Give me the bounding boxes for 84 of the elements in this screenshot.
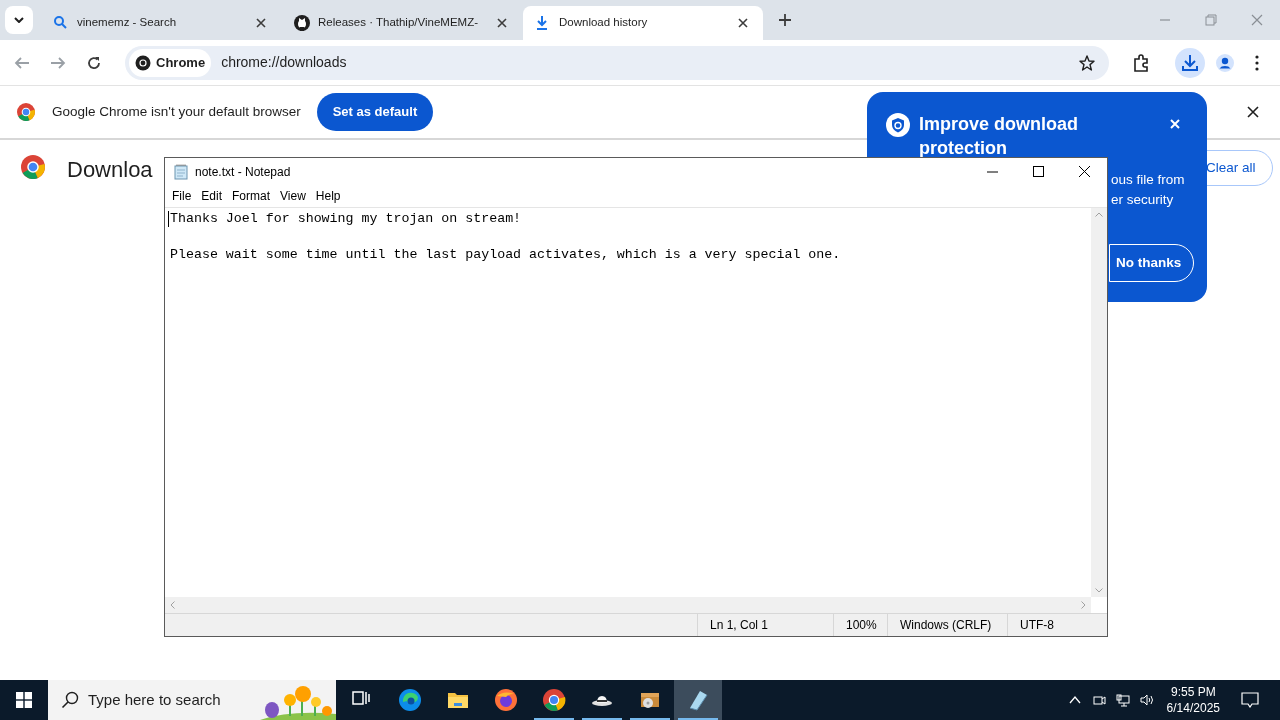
menu-item[interactable]: Help <box>310 187 346 205</box>
running-indicator <box>534 718 574 720</box>
browser-tab[interactable]: Releases · Thathip/VineMEMZ- <box>282 6 522 40</box>
search-placeholder: Type here to search <box>88 689 221 710</box>
plus-icon <box>779 14 791 26</box>
chat-bubble-icon <box>1241 692 1259 708</box>
chip-label: Chrome <box>156 53 206 72</box>
camera-icon <box>1091 693 1106 707</box>
status-text: Ln 1, Col 1 <box>710 617 769 634</box>
running-indicator <box>630 718 670 720</box>
browser-tab[interactable]: vinememz - Search <box>41 6 281 40</box>
search-icon <box>53 15 69 31</box>
close-infobar-button[interactable] <box>1246 105 1260 119</box>
chevron-down-icon <box>14 17 24 23</box>
clock-date[interactable]: 6/14/2025 <box>1166 700 1220 716</box>
arrow-left-icon <box>14 54 30 71</box>
chrome-logo-icon <box>17 103 35 121</box>
tab-title: Releases · Thathip/VineMEMZ- <box>318 15 479 31</box>
search-icon <box>61 691 79 709</box>
taskbar-app-button[interactable] <box>674 680 722 720</box>
person-icon <box>1216 53 1234 72</box>
status-text: Windows (CRLF) <box>900 617 992 634</box>
chevron-right-icon <box>1081 601 1086 609</box>
chrome-mono-icon <box>135 54 151 71</box>
text-area[interactable]: Thanks Joel for showing my trojan on stream! Please wait some time until the last payload activates, which is a very special one. <box>165 208 1091 597</box>
restore-icon <box>1205 14 1217 26</box>
url-text: chrome://downloads <box>221 53 347 72</box>
star-icon <box>1079 54 1095 71</box>
site-chip[interactable]: Chrome <box>129 48 212 77</box>
speaker-icon <box>1139 693 1154 707</box>
chevron-down-icon <box>1095 588 1103 593</box>
address-bar[interactable]: Chrome chrome://downloads <box>125 45 1109 80</box>
window-title: note.txt - Notepad <box>195 163 291 181</box>
download-icon <box>1181 53 1199 72</box>
popup-title: Improve download protection <box>919 113 1079 160</box>
arrow-right-icon <box>50 54 66 71</box>
bookmark-button[interactable] <box>1077 52 1097 73</box>
network-icon <box>1115 693 1130 707</box>
menu-item[interactable]: File <box>167 187 197 205</box>
page-title: Downloa <box>67 156 153 184</box>
chrome-logo-icon <box>542 688 566 712</box>
close-icon <box>1170 119 1180 129</box>
vertical-scrollbar[interactable] <box>1091 208 1107 597</box>
note-text: Thanks Joel for showing my trojan on stream! Please wait some time until the last payload activates, which is a very special one. <box>170 210 841 264</box>
octocat-icon <box>294 15 310 31</box>
edge-icon <box>398 688 422 712</box>
running-indicator <box>582 718 622 720</box>
taskbar-search-field[interactable]: Type here to search <box>48 680 336 720</box>
status-text: 100% <box>846 617 877 634</box>
close-icon <box>497 18 507 28</box>
tab-search-button[interactable] <box>5 6 33 34</box>
clock-time[interactable]: 9:55 PM <box>1170 684 1216 700</box>
close-icon <box>1251 14 1263 26</box>
close-icon <box>256 18 266 28</box>
infobar-message: Google Chrome isn't your default browser <box>52 102 301 121</box>
close-popup-button[interactable] <box>1169 118 1181 130</box>
downloads-button[interactable] <box>1175 47 1205 78</box>
chrome-logo-icon <box>21 155 45 179</box>
shield-icon <box>886 113 910 137</box>
horizontal-scrollbar[interactable] <box>165 597 1091 613</box>
reload-icon <box>86 54 102 71</box>
menu-item[interactable]: Format <box>227 187 276 205</box>
status-text: UTF-8 <box>1020 617 1054 634</box>
menu-item[interactable]: View <box>275 187 311 205</box>
notepad-icon <box>173 163 189 180</box>
running-indicator <box>678 718 718 720</box>
puzzle-icon <box>1132 53 1150 72</box>
maximize-icon <box>1032 166 1044 177</box>
close-icon <box>1247 106 1259 118</box>
set-default-button[interactable]: Set as default <box>316 93 434 131</box>
menu-item[interactable]: Edit <box>196 187 228 205</box>
windows-logo-icon <box>16 692 32 708</box>
chevron-left-icon <box>170 601 175 609</box>
tab-title: vinememz - Search <box>77 15 178 31</box>
close-icon <box>738 18 748 28</box>
popup-text: er security <box>1111 191 1174 209</box>
browser-tab[interactable]: Download history <box>523 6 763 40</box>
chevron-up-icon <box>1095 212 1103 217</box>
close-icon <box>1078 166 1090 177</box>
kebab-menu-icon <box>1255 54 1259 71</box>
tab-title: Download history <box>559 15 649 31</box>
text-caret <box>168 211 169 227</box>
popup-text: ous file from <box>1111 171 1185 189</box>
firefox-icon <box>494 688 518 712</box>
